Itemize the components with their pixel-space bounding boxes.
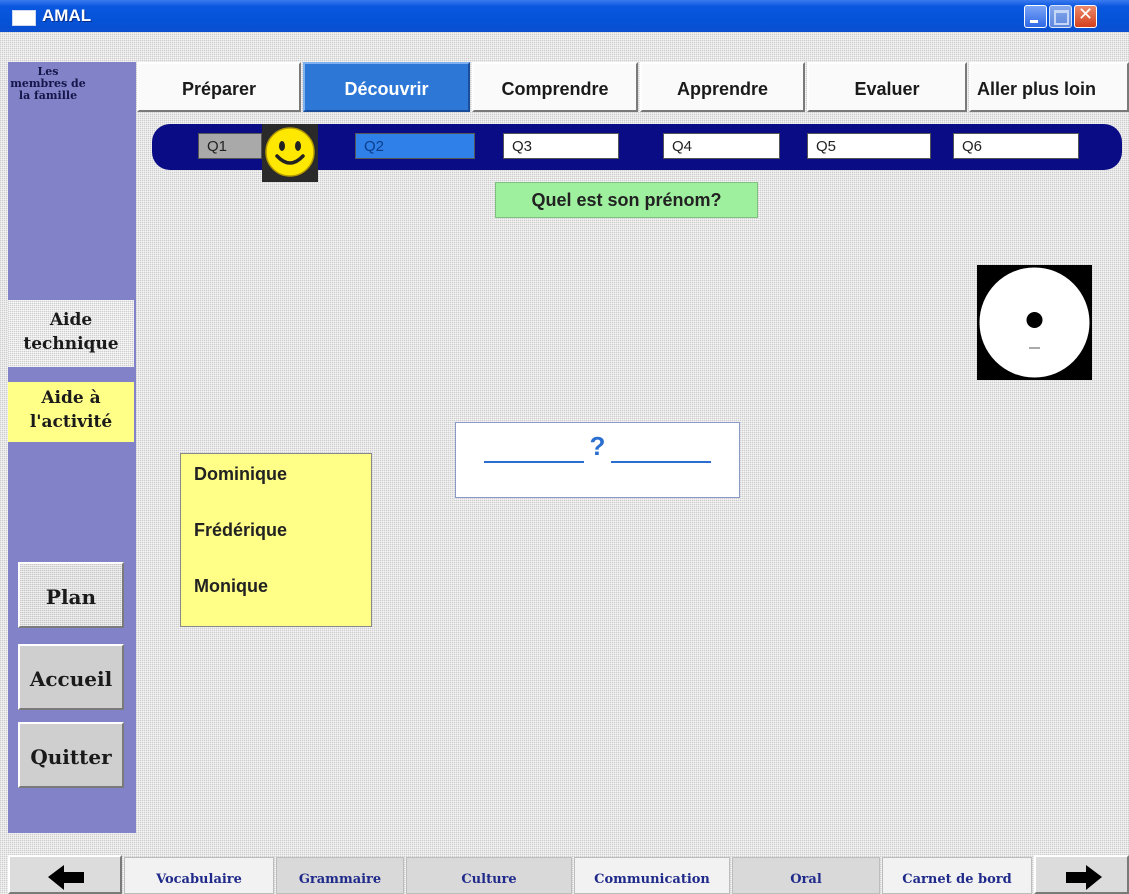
choices-panel: Dominique Frédérique Monique — [180, 453, 372, 627]
tab-communication[interactable]: Communication — [574, 857, 730, 894]
activity-help-button[interactable]: Aide à l'activité — [8, 382, 134, 442]
tab-aller-plus-loin[interactable]: Aller plus loin — [969, 62, 1129, 112]
tab-decouvrir[interactable]: Découvrir — [303, 62, 470, 112]
choice-item[interactable]: Frédérique — [194, 520, 287, 541]
topic-label: Les membres de la famille — [10, 65, 86, 102]
close-icon: ✕ — [1077, 4, 1094, 25]
tab-oral[interactable]: Oral — [732, 857, 880, 894]
sidebar — [8, 62, 136, 833]
maximize-button[interactable] — [1049, 5, 1072, 28]
home-button[interactable]: Accueil — [18, 644, 124, 710]
plan-button[interactable]: Plan — [18, 562, 124, 628]
technical-help-button[interactable]: Aide technique — [8, 300, 134, 367]
prev-button[interactable] — [8, 855, 122, 894]
close-button[interactable]: ✕ — [1074, 4, 1097, 28]
tab-preparer[interactable]: Préparer — [137, 62, 301, 112]
title-bar: AMAL ✕ — [0, 0, 1129, 32]
question-q4[interactable]: Q4 — [663, 133, 780, 159]
tab-carnet-de-bord[interactable]: Carnet de bord — [882, 857, 1032, 894]
question-q1[interactable]: Q1 — [198, 133, 262, 159]
question-q3[interactable]: Q3 — [503, 133, 619, 159]
tab-vocabulaire[interactable]: Vocabulaire — [124, 857, 274, 894]
app-window-icon — [12, 10, 36, 26]
audio-cd-icon[interactable] — [977, 265, 1092, 380]
tab-evaluer[interactable]: Evaluer — [807, 62, 967, 112]
choice-item[interactable]: Dominique — [194, 464, 287, 485]
window-title: AMAL — [42, 6, 92, 25]
app-window: AMAL ✕ Les membres de la famille Aide te… — [0, 0, 1129, 894]
answer-line-right — [611, 461, 711, 463]
question-q2[interactable]: Q2 — [355, 133, 475, 159]
tab-comprendre[interactable]: Comprendre — [472, 62, 638, 112]
tab-apprendre[interactable]: Apprendre — [640, 62, 805, 112]
left-arrow-icon — [48, 865, 84, 890]
minimize-button[interactable] — [1024, 5, 1047, 28]
answer-drop-zone[interactable]: ? — [455, 422, 740, 498]
smiley-face-icon — [262, 124, 318, 182]
tab-culture[interactable]: Culture — [406, 857, 572, 894]
next-button[interactable] — [1034, 855, 1129, 894]
question-q6[interactable]: Q6 — [953, 133, 1079, 159]
tab-grammaire[interactable]: Grammaire — [276, 857, 404, 894]
choice-item[interactable]: Monique — [194, 576, 268, 597]
question-prompt: Quel est son prénom? — [495, 182, 758, 218]
right-arrow-icon — [1066, 865, 1102, 890]
answer-placeholder: ? — [589, 431, 606, 461]
question-q5[interactable]: Q5 — [807, 133, 931, 159]
quit-button[interactable]: Quitter — [18, 722, 124, 788]
